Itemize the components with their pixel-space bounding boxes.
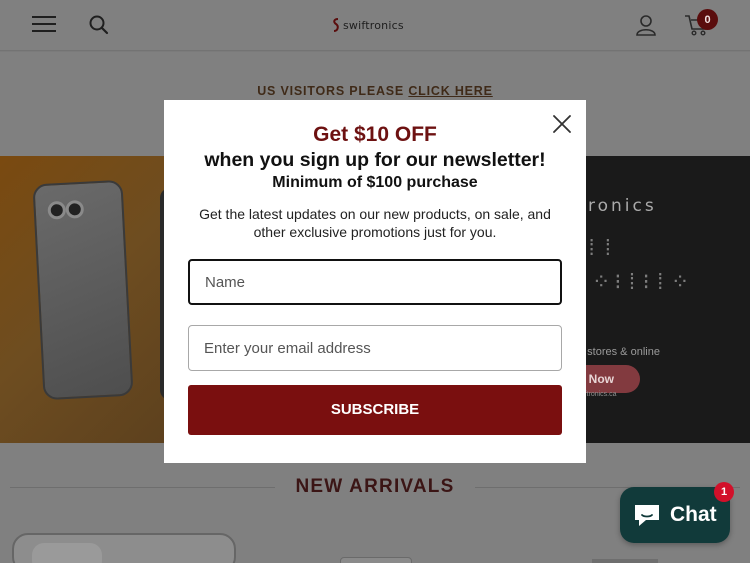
modal-title: Get $10 OFF [313,123,437,146]
product-card-image-3[interactable] [592,559,658,563]
menu-icon[interactable] [32,16,56,34]
modal-subtitle: when you sign up for our newsletter! [204,149,546,171]
chat-label: Chat [670,503,717,526]
email-field[interactable] [188,325,562,371]
hero-dot-pattern: ⁞⁞ [585,236,618,261]
hero-brand-text: ronics [588,196,657,216]
search-icon[interactable] [88,14,110,36]
announcement-label: US VISITORS PLEASE [257,84,409,98]
announcement-text: US VISITORS PLEASE CLICK HERE [0,84,750,98]
logo-mark-icon [333,18,339,32]
hero-dot-pattern-2: ⁘⁝⁞⁝⁞⁘ [592,270,694,295]
cart-count-badge: 0 [697,9,718,30]
hero-stores-text: n stores & online [578,346,660,358]
user-icon[interactable] [634,13,658,37]
product-card-image[interactable] [12,533,236,563]
subscribe-button[interactable]: SUBSCRIBE [188,385,562,435]
modal-minimum-note: Minimum of $100 purchase [272,174,478,191]
chat-bubble-icon [635,505,659,526]
phone-image [32,179,134,401]
site-logo[interactable]: swiftronics [332,15,422,35]
modal-description: Get the latest updates on our new produc… [199,206,551,240]
product-card-image-2[interactable] [340,557,412,563]
site-header: swiftronics 0 [0,0,750,51]
logo-text: swiftronics [343,18,404,32]
name-field[interactable] [188,259,562,305]
click-here-link[interactable]: CLICK HERE [408,84,492,98]
chat-notification-badge: 1 [714,482,734,502]
chat-button[interactable]: Chat [620,487,730,543]
